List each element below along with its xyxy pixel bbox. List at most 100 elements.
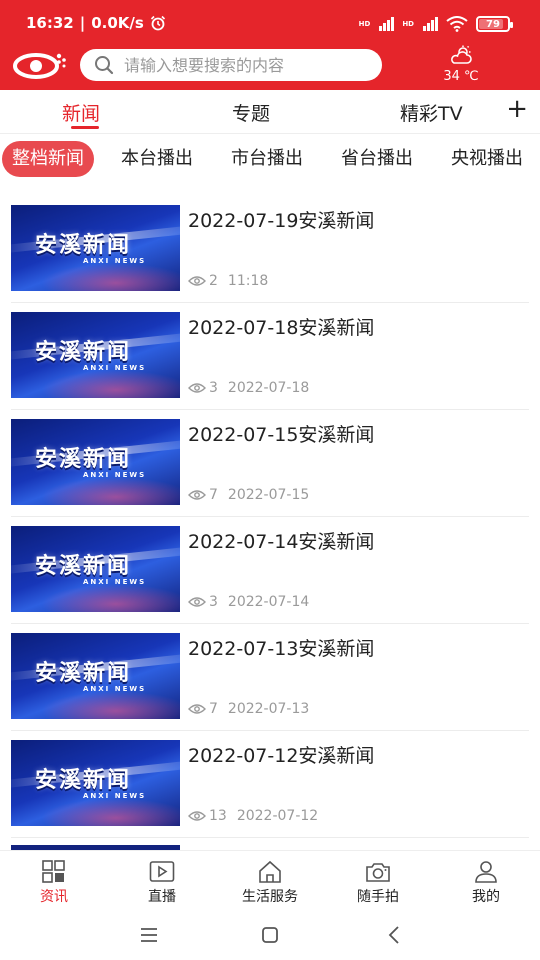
news-title: 2022-07-12安溪新闻 bbox=[188, 745, 375, 767]
search-bar[interactable] bbox=[80, 49, 382, 81]
chip-full-news[interactable]: 整档新闻 bbox=[2, 141, 94, 177]
eye-icon bbox=[188, 811, 206, 821]
news-item[interactable]: 安溪新闻 ANXI NEWS 2022-07-18安溪新闻 3 2022-07-… bbox=[11, 303, 529, 410]
hd-icon: HD bbox=[358, 20, 371, 28]
news-item[interactable]: 安溪新闻 ANXI NEWS 2022-07-15安溪新闻 7 2022-07-… bbox=[11, 410, 529, 517]
news-item[interactable]: 安溪新闻 ANXI NEWS 2022-07-19安溪新闻 2 11:18 bbox=[11, 196, 529, 303]
menu-icon[interactable] bbox=[134, 922, 164, 948]
status-left: 16:32 | 0.0K/s bbox=[26, 14, 166, 32]
search-icon bbox=[95, 56, 114, 75]
tab-news[interactable]: 新闻 bbox=[62, 99, 100, 126]
nav-life-services[interactable]: 生活服务 bbox=[216, 851, 324, 911]
chip-cctv[interactable]: 央视播出 bbox=[451, 141, 523, 177]
home-icon bbox=[259, 860, 281, 883]
thumbnail-subtitle: ANXI NEWS bbox=[83, 364, 147, 372]
wifi-icon bbox=[446, 16, 468, 32]
thumb-glow bbox=[41, 263, 180, 291]
weather-temperature: 34 ℃ bbox=[443, 69, 479, 84]
bottom-navigation: 资讯 直播 生活服务 随手拍 我的 bbox=[0, 850, 540, 910]
thumbnail-subtitle: ANXI NEWS bbox=[83, 578, 147, 586]
news-meta: 2 11:18 bbox=[188, 273, 268, 289]
thumb-glow bbox=[41, 477, 180, 505]
status-divider: | bbox=[79, 14, 86, 32]
nav-label: 直播 bbox=[148, 889, 176, 905]
cloudy-weather-icon bbox=[451, 45, 472, 64]
publish-time: 2022-07-18 bbox=[227, 380, 310, 396]
chip-province-station[interactable]: 省台播出 bbox=[341, 141, 413, 177]
chip-local-station[interactable]: 本台播出 bbox=[121, 141, 193, 177]
thumbnail-subtitle: ANXI NEWS bbox=[83, 792, 147, 800]
publish-time: 2022-07-13 bbox=[227, 701, 310, 717]
news-title: 2022-07-18安溪新闻 bbox=[188, 317, 375, 339]
status-right: HD HD 79 bbox=[358, 16, 513, 32]
news-thumbnail: 安溪新闻 ANXI NEWS bbox=[11, 740, 180, 826]
thumbnail-subtitle: ANXI NEWS bbox=[83, 471, 147, 479]
news-thumbnail: 安溪新闻 ANXI NEWS bbox=[11, 312, 180, 398]
nav-label: 我的 bbox=[472, 889, 500, 905]
status-bar: 16:32 | 0.0K/s HD HD 79 bbox=[0, 0, 540, 40]
nav-label: 资讯 bbox=[40, 889, 68, 905]
thumbnail-title: 安溪新闻 bbox=[35, 768, 132, 793]
nav-snapshot[interactable]: 随手拍 bbox=[324, 851, 432, 911]
thumbnail-subtitle: ANXI NEWS bbox=[83, 257, 147, 265]
tab-topics[interactable]: 专题 bbox=[232, 99, 270, 126]
eye-icon bbox=[188, 597, 206, 607]
publish-time: 2022-07-15 bbox=[227, 487, 310, 503]
weather-widget[interactable]: 34 ℃ bbox=[436, 45, 486, 84]
camera-icon bbox=[366, 863, 390, 882]
news-title: 2022-07-13安溪新闻 bbox=[188, 638, 375, 660]
news-title: 2022-07-15安溪新闻 bbox=[188, 424, 375, 446]
view-count: 2 bbox=[209, 273, 218, 289]
eye-icon bbox=[188, 704, 206, 714]
news-item[interactable]: 安溪新闻 ANXI NEWS 2022-07-13安溪新闻 7 2022-07-… bbox=[11, 624, 529, 731]
publish-time: 2022-07-14 bbox=[227, 594, 310, 610]
nav-news[interactable]: 资讯 bbox=[0, 851, 108, 911]
status-time: 16:32 bbox=[26, 14, 74, 32]
add-channel-button[interactable]: + bbox=[506, 94, 528, 124]
news-title: 2022-07-14安溪新闻 bbox=[188, 531, 375, 553]
signal-icon-2 bbox=[423, 17, 438, 31]
news-thumbnail: 安溪新闻 ANXI NEWS bbox=[11, 526, 180, 612]
system-nav-bar bbox=[0, 910, 540, 960]
news-title: 2022-07-19安溪新闻 bbox=[188, 210, 375, 232]
category-chips: 整档新闻 本台播出 市台播出 省台播出 央视播出 bbox=[0, 141, 540, 177]
battery-level: 79 bbox=[486, 18, 500, 30]
thumb-glow bbox=[41, 691, 180, 719]
nav-live[interactable]: 直播 bbox=[108, 851, 216, 911]
news-item[interactable]: 安溪新闻 ANXI NEWS 2022-07-12安溪新闻 13 2022-07… bbox=[11, 731, 529, 838]
play-icon bbox=[149, 861, 175, 882]
hd-icon-2: HD bbox=[402, 20, 414, 28]
thumbnail-title: 安溪新闻 bbox=[35, 554, 132, 579]
battery-icon: 79 bbox=[476, 16, 513, 32]
thumb-glow bbox=[41, 370, 180, 398]
news-meta: 3 2022-07-14 bbox=[188, 594, 309, 610]
news-thumbnail: 安溪新闻 ANXI NEWS bbox=[11, 419, 180, 505]
publish-time: 2022-07-12 bbox=[236, 808, 319, 824]
thumbnail-title: 安溪新闻 bbox=[35, 447, 132, 472]
app-logo[interactable] bbox=[12, 48, 68, 82]
back-icon[interactable] bbox=[380, 922, 410, 948]
view-count: 13 bbox=[209, 808, 227, 824]
nav-label: 生活服务 bbox=[242, 889, 298, 905]
view-count: 7 bbox=[209, 701, 218, 717]
search-input[interactable] bbox=[124, 55, 364, 75]
signal-icon bbox=[379, 17, 395, 31]
tab-tv[interactable]: 精彩TV bbox=[400, 99, 463, 126]
news-thumbnail: 安溪新闻 ANXI NEWS bbox=[11, 633, 180, 719]
news-meta: 7 2022-07-13 bbox=[188, 701, 309, 717]
user-icon bbox=[475, 861, 497, 883]
news-meta: 7 2022-07-15 bbox=[188, 487, 309, 503]
news-item[interactable]: 安溪新闻 ANXI NEWS 2022-07-14安溪新闻 3 2022-07-… bbox=[11, 517, 529, 624]
view-count: 3 bbox=[209, 380, 218, 396]
nav-profile[interactable]: 我的 bbox=[432, 851, 540, 911]
nav-label: 随手拍 bbox=[357, 889, 399, 905]
status-speed: 0.0K/s bbox=[91, 14, 144, 32]
view-count: 7 bbox=[209, 487, 218, 503]
active-tab-indicator bbox=[71, 126, 99, 129]
home-button-icon[interactable] bbox=[255, 922, 285, 948]
chip-city-station[interactable]: 市台播出 bbox=[231, 141, 303, 177]
thumb-glow bbox=[41, 798, 180, 826]
news-thumbnail: 安溪新闻 ANXI NEWS bbox=[11, 205, 180, 291]
thumbnail-title: 安溪新闻 bbox=[35, 661, 132, 686]
alarm-icon bbox=[150, 15, 165, 31]
